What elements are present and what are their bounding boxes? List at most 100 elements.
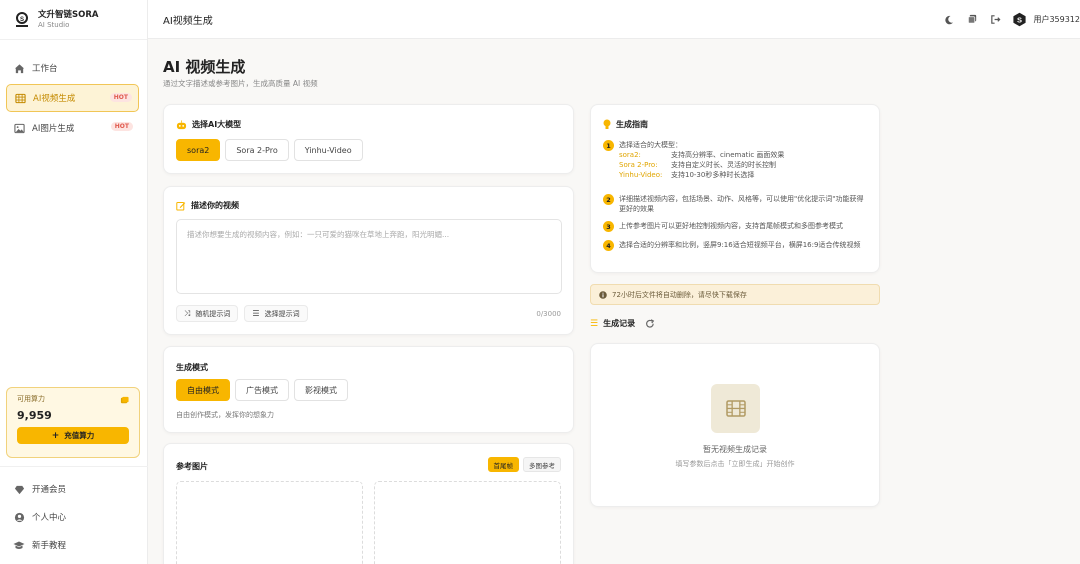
main-content: AI 视频生成 通过文字描述或参考图片，生成高质量 AI 视频 选择AI大模型 … (148, 39, 1080, 564)
tab-first-last-frame[interactable]: 首尾帧 (487, 457, 519, 472)
last-frame-dropzone[interactable] (374, 481, 561, 564)
user-logo-icon[interactable]: S (1012, 12, 1027, 27)
logout-icon[interactable] (989, 14, 1001, 26)
sidebar-item-ai-image[interactable]: AI图片生成 HOT (6, 114, 139, 142)
guide-step-title: 选择适合的大模型： (619, 141, 682, 149)
guide-step-text: 上传参考图片可以更好地控制视频内容，支持首尾帧模式和多图参考模式 (619, 222, 843, 230)
brand-name: 文升智链SORA (38, 9, 99, 20)
guide-model-row: Yinhu-Video: 支持10-30秒多种时长选择 (619, 170, 784, 180)
sidebar-item-membership[interactable]: 开通会员 (0, 475, 148, 503)
user-icon (13, 511, 25, 523)
guide-model-name: sora2: (619, 151, 641, 159)
video-description-input[interactable]: 描述你想要生成的视频内容，例如：一只可爱的猫咪在草地上奔跑，阳光明媚... (176, 219, 562, 294)
guide-step-text: 详细描述视频内容，包括场景、动作、风格等，可以使用"优化提示词"功能获得更好的效… (619, 195, 864, 213)
tab-multi-image[interactable]: 多图参考 (523, 457, 561, 472)
topbar-title: AI视频生成 (163, 15, 213, 27)
history-card: 暂无视频生成记录 填写参数后点击「立即生成」开始创作 (590, 343, 880, 507)
model-option-sora2-pro[interactable]: Sora 2-Pro (225, 139, 289, 161)
reference-card: 参考图片 首尾帧 多图参考 (163, 443, 574, 564)
guide-step-2: 2 详细描述视频内容，包括场景、动作、风格等，可以使用"优化提示词"功能获得更好… (603, 194, 869, 214)
guide-model-name: Yinhu-Video: (619, 171, 663, 179)
credit-value: 9,959 (17, 409, 52, 422)
sidebar-item-label: AI视频生成 (33, 94, 76, 104)
guide-card: 生成指南 1 选择适合的大模型： sora2: 支持高分辨率、cinematic … (590, 104, 880, 273)
step-number: 4 (603, 240, 614, 251)
lightbulb-icon (603, 119, 611, 130)
guide-model-row: sora2: 支持高分辨率、cinematic 画面效果 (619, 150, 784, 160)
recharge-label: 充值算力 (64, 431, 95, 440)
guide-model-desc: 支持高分辨率、cinematic 画面效果 (671, 151, 785, 159)
guide-model-name: Sora 2-Pro: (619, 161, 658, 169)
model-option-sora2[interactable]: sora2 (176, 139, 221, 161)
edit-icon (176, 201, 186, 211)
video-icon (14, 92, 26, 104)
recharge-button[interactable]: + 充值算力 (17, 427, 129, 444)
sidebar-item-label: 工作台 (32, 64, 58, 74)
mode-option-free[interactable]: 自由模式 (176, 379, 230, 401)
model-heading-text: 选择AI大模型 (192, 120, 242, 129)
layers-icon[interactable] (966, 14, 978, 26)
select-prompt-label: 选择提示词 (264, 309, 300, 318)
refresh-icon[interactable] (645, 318, 655, 329)
model-option-yinhu-video[interactable]: Yinhu-Video (293, 139, 363, 161)
reference-heading: 参考图片 (176, 462, 208, 471)
brand[interactable]: S 文升智链SORA AI Studio (0, 0, 147, 40)
user-name[interactable]: 用户359312 (1033, 14, 1080, 25)
sidebar-item-label: AI图片生成 (32, 124, 75, 134)
mode-heading: 生成模式 (176, 363, 208, 372)
history-heading-text: 生成记录 (603, 319, 636, 328)
film-icon (711, 384, 760, 433)
guide-step-1: 1 选择适合的大模型： sora2: 支持高分辨率、cinematic 画面效果 … (603, 140, 784, 180)
hot-badge: HOT (110, 122, 133, 131)
auto-delete-notice: 72小时后文件将自动删除，请尽快下载保存 (590, 284, 880, 305)
step-number: 3 (603, 221, 614, 232)
random-prompt-button[interactable]: ⤨ 随机提示词 (176, 305, 239, 322)
first-frame-dropzone[interactable] (176, 481, 363, 564)
reference-tabs: 首尾帧 多图参考 (484, 457, 561, 472)
empty-history-title: 暂无视频生成记录 (703, 445, 767, 454)
home-icon (13, 62, 25, 74)
mode-option-ad[interactable]: 广告模式 (235, 379, 289, 401)
svg-text:S: S (1017, 15, 1022, 24)
select-prompt-button[interactable]: ☰ 选择提示词 (244, 305, 308, 322)
sidebar-item-tutorial[interactable]: 新手教程 (0, 531, 148, 559)
coin-icon (120, 396, 129, 408)
sidebar-item-workbench[interactable]: 工作台 (6, 54, 139, 82)
sidebar-bottom-nav: 开通会员 个人中心 新手教程 (0, 466, 148, 559)
mode-card: 生成模式 自由模式 广告模式 影视模式 自由创作模式，发挥你的想象力 (163, 346, 574, 433)
mode-option-film[interactable]: 影视模式 (294, 379, 348, 401)
sidebar: S 文升智链SORA AI Studio 工作台 AI视频生成 HOT AI图片… (0, 0, 148, 564)
plus-icon: + (51, 430, 60, 441)
guide-model-row: Sora 2-Pro: 支持自定义时长、灵活的时长控制 (619, 160, 784, 170)
sidebar-item-ai-video[interactable]: AI视频生成 HOT (6, 84, 139, 112)
prompt-tools: ⤨ 随机提示词 ☰ 选择提示词 (176, 305, 314, 322)
describe-card: 描述你的视频 描述你想要生成的视频内容，例如：一只可爱的猫咪在草地上奔跑，阳光明… (163, 186, 574, 335)
step-number: 2 (603, 194, 614, 205)
credit-label: 可用算力 (17, 395, 45, 403)
sidebar-nav: 工作台 AI视频生成 HOT AI图片生成 HOT (0, 40, 147, 142)
mode-description: 自由创作模式，发挥你的想象力 (176, 411, 274, 419)
describe-heading-text: 描述你的视频 (191, 201, 239, 210)
list-icon: ☰ (590, 318, 599, 329)
robot-icon (176, 119, 187, 130)
guide-heading: 生成指南 (603, 119, 648, 130)
describe-heading: 描述你的视频 (176, 200, 239, 211)
page-title: AI 视频生成 (163, 58, 246, 76)
history-heading: ☰ 生成记录 (590, 318, 655, 329)
topbar: AI视频生成 S 用户359312 (148, 0, 1080, 39)
sidebar-item-label: 个人中心 (32, 513, 67, 523)
hot-badge: HOT (109, 93, 132, 102)
model-options: sora2 Sora 2-Pro Yinhu-Video (176, 139, 368, 161)
svg-text:S: S (20, 17, 24, 23)
shuffle-icon: ⤨ (184, 308, 191, 318)
guide-heading-text: 生成指南 (616, 120, 648, 129)
diamond-icon (13, 483, 25, 495)
guide-model-desc: 支持自定义时长、灵活的时长控制 (671, 161, 776, 169)
moon-icon[interactable] (943, 14, 955, 26)
info-icon (599, 290, 607, 299)
sidebar-item-profile[interactable]: 个人中心 (0, 503, 148, 531)
step-number: 1 (603, 140, 614, 151)
guide-step-text: 选择合适的分辨率和比例，竖屏9:16适合短视频平台，横屏16:9适合传统视频 (619, 241, 861, 249)
page-subtitle: 通过文字描述或参考图片，生成高质量 AI 视频 (163, 79, 318, 88)
brand-logo-icon: S (12, 10, 32, 30)
